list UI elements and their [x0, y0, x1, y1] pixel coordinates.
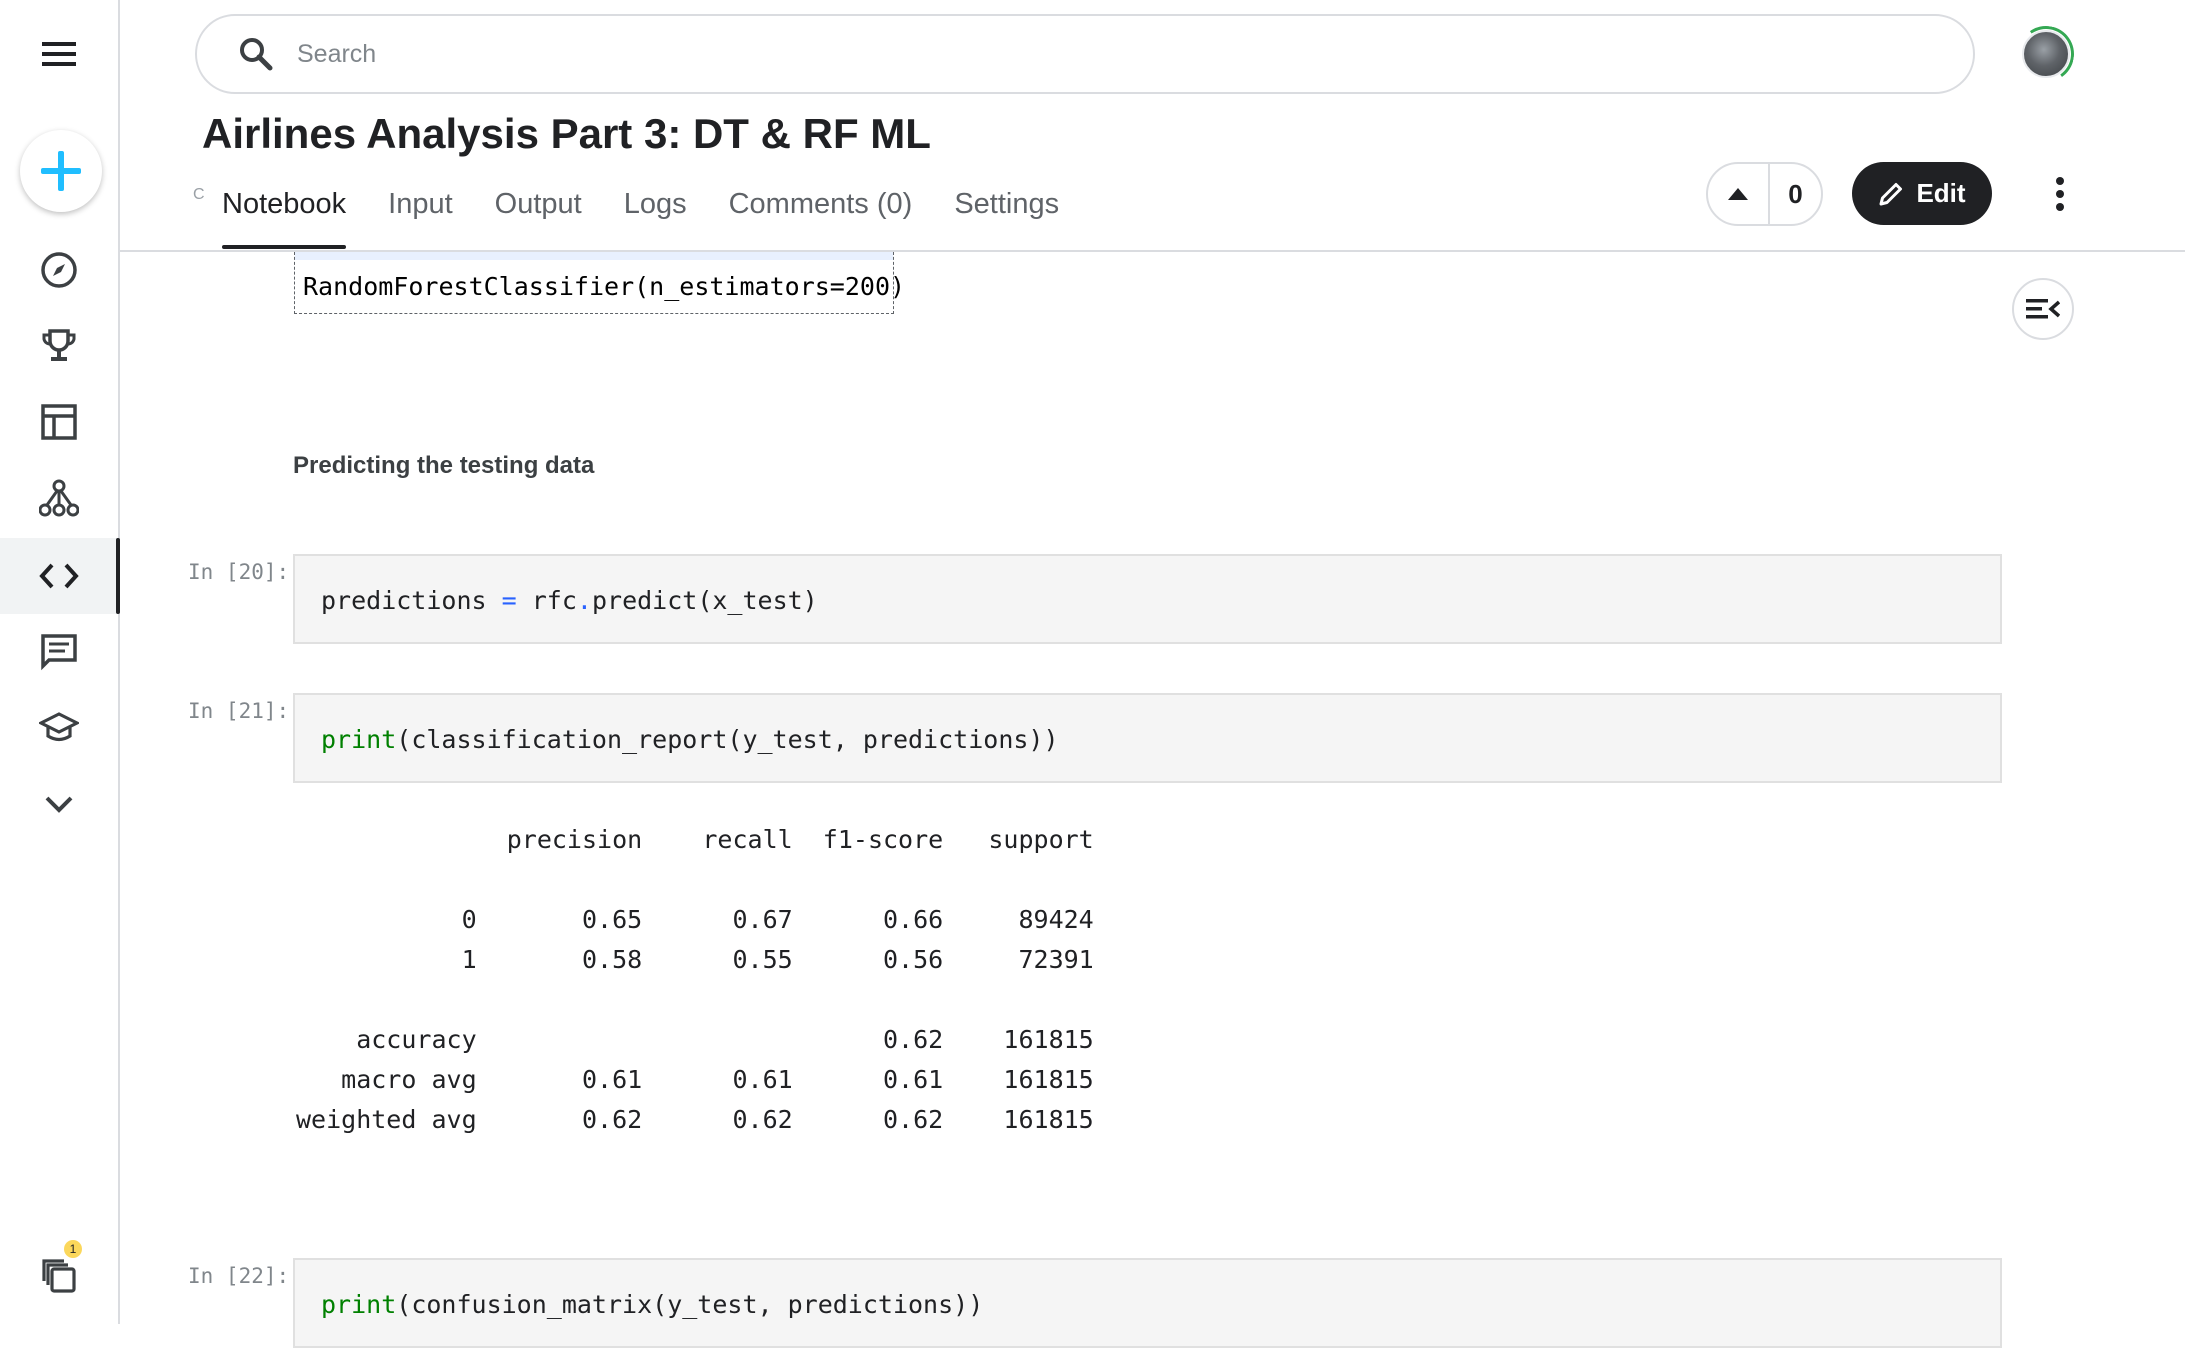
- school-icon: [39, 712, 79, 742]
- tab-comments[interactable]: Comments (0): [729, 188, 913, 249]
- code-token: (classification_report(y_test, predictio…: [396, 725, 1059, 754]
- tab-input[interactable]: Input: [388, 188, 453, 249]
- upvote-count: 0: [1788, 178, 1803, 209]
- edit-button[interactable]: Edit: [1852, 162, 1992, 225]
- create-button[interactable]: [20, 130, 102, 212]
- notifications-icon: [42, 1259, 76, 1293]
- report-header: precision recall f1-score support: [296, 825, 1094, 854]
- report-row: 1 0.58 0.55 0.56 72391: [296, 945, 1094, 974]
- toc-icon: [2026, 299, 2060, 319]
- output-selection-highlight: [295, 252, 893, 260]
- model-output: RandomForestClassifier(n_estimators=200): [294, 252, 905, 314]
- sidebar-item-models[interactable]: [0, 460, 118, 536]
- cell-prompt: In [20]:: [188, 560, 290, 584]
- sidebar-item-datasets[interactable]: [0, 384, 118, 460]
- code-cell[interactable]: print(confusion_matrix(y_test, predictio…: [293, 1258, 2002, 1348]
- comments-icon: [41, 634, 77, 671]
- search-input[interactable]: [295, 38, 1899, 70]
- cell-prompt: In [22]:: [188, 1264, 290, 1288]
- vote-widget: 0: [1706, 162, 1823, 226]
- page-title: Airlines Analysis Part 3: DT & RF ML: [202, 110, 931, 157]
- left-navigation-rail: 1: [0, 0, 120, 1324]
- more-options-button[interactable]: [2048, 172, 2072, 216]
- upvote-button[interactable]: [1708, 164, 1770, 224]
- code-cell[interactable]: print(classification_report(y_test, pred…: [293, 693, 2002, 783]
- caret-up-icon: [1728, 188, 1748, 200]
- code-token: (confusion_matrix(y_test, predictions)): [396, 1290, 984, 1319]
- search-bar[interactable]: [195, 14, 1975, 94]
- notebook-tabs: Notebook Input Output Logs Comments (0) …: [222, 188, 1059, 249]
- notification-badge: 1: [64, 1240, 82, 1258]
- code-line: print(confusion_matrix(y_test, predictio…: [321, 1290, 983, 1319]
- code-token: predict(x_test): [591, 586, 818, 615]
- chevron-down-icon: [45, 796, 73, 813]
- avatar[interactable]: [2022, 30, 2070, 78]
- code-keyword: print: [321, 1290, 397, 1319]
- sidebar-item-code[interactable]: [0, 538, 120, 614]
- more-vert-icon: [2056, 177, 2064, 211]
- models-icon: [39, 479, 79, 517]
- table-of-contents-button[interactable]: [2012, 278, 2074, 340]
- code-token: predictions: [321, 586, 502, 615]
- sidebar-more-button[interactable]: [0, 766, 118, 842]
- sidebar-item-competitions[interactable]: [0, 308, 118, 384]
- pencil-icon: [1879, 182, 1903, 205]
- sidebar-item-learn[interactable]: [0, 690, 118, 766]
- report-row: accuracy 0.62 161815: [296, 1025, 1094, 1054]
- markdown-heading: Predicting the testing data: [293, 452, 595, 479]
- code-line: print(classification_report(y_test, pred…: [321, 725, 1059, 754]
- tab-notebook[interactable]: Notebook: [222, 188, 347, 249]
- report-row: macro avg 0.61 0.61 0.61 161815: [296, 1065, 1094, 1094]
- edit-label: Edit: [1916, 178, 1966, 208]
- search-icon: [240, 38, 273, 71]
- menu-button[interactable]: [0, 16, 118, 92]
- classification-report-output: precision recall f1-score support 0 0.65…: [296, 820, 1094, 1140]
- tab-output[interactable]: Output: [495, 188, 582, 249]
- trophy-icon: [42, 329, 76, 361]
- report-row: weighted avg 0.62 0.62 0.62 161815: [296, 1105, 1094, 1134]
- model-output-text: RandomForestClassifier(n_estimators=200): [303, 272, 906, 301]
- code-operator: .: [576, 586, 592, 615]
- sidebar-item-explore[interactable]: [0, 232, 118, 308]
- plus-icon: [41, 151, 81, 191]
- sidebar-item-notifications[interactable]: [0, 1238, 118, 1314]
- code-keyword: print: [321, 725, 397, 754]
- table-icon: [41, 404, 77, 440]
- tab-settings[interactable]: Settings: [954, 188, 1059, 249]
- code-operator: =: [501, 586, 517, 615]
- title-stub: C: [193, 186, 205, 203]
- compass-icon: [41, 252, 77, 288]
- code-token: rfc: [516, 586, 577, 615]
- tab-logs[interactable]: Logs: [624, 188, 687, 249]
- code-icon: [39, 563, 79, 589]
- report-row: 0 0.65 0.67 0.66 89424: [296, 905, 1094, 934]
- code-cell[interactable]: predictions = rfc.predict(x_test): [293, 554, 2002, 644]
- cell-prompt: In [21]:: [188, 699, 290, 723]
- sidebar-item-discussions[interactable]: [0, 614, 118, 690]
- menu-icon: [42, 42, 76, 66]
- code-line: predictions = rfc.predict(x_test): [321, 586, 818, 615]
